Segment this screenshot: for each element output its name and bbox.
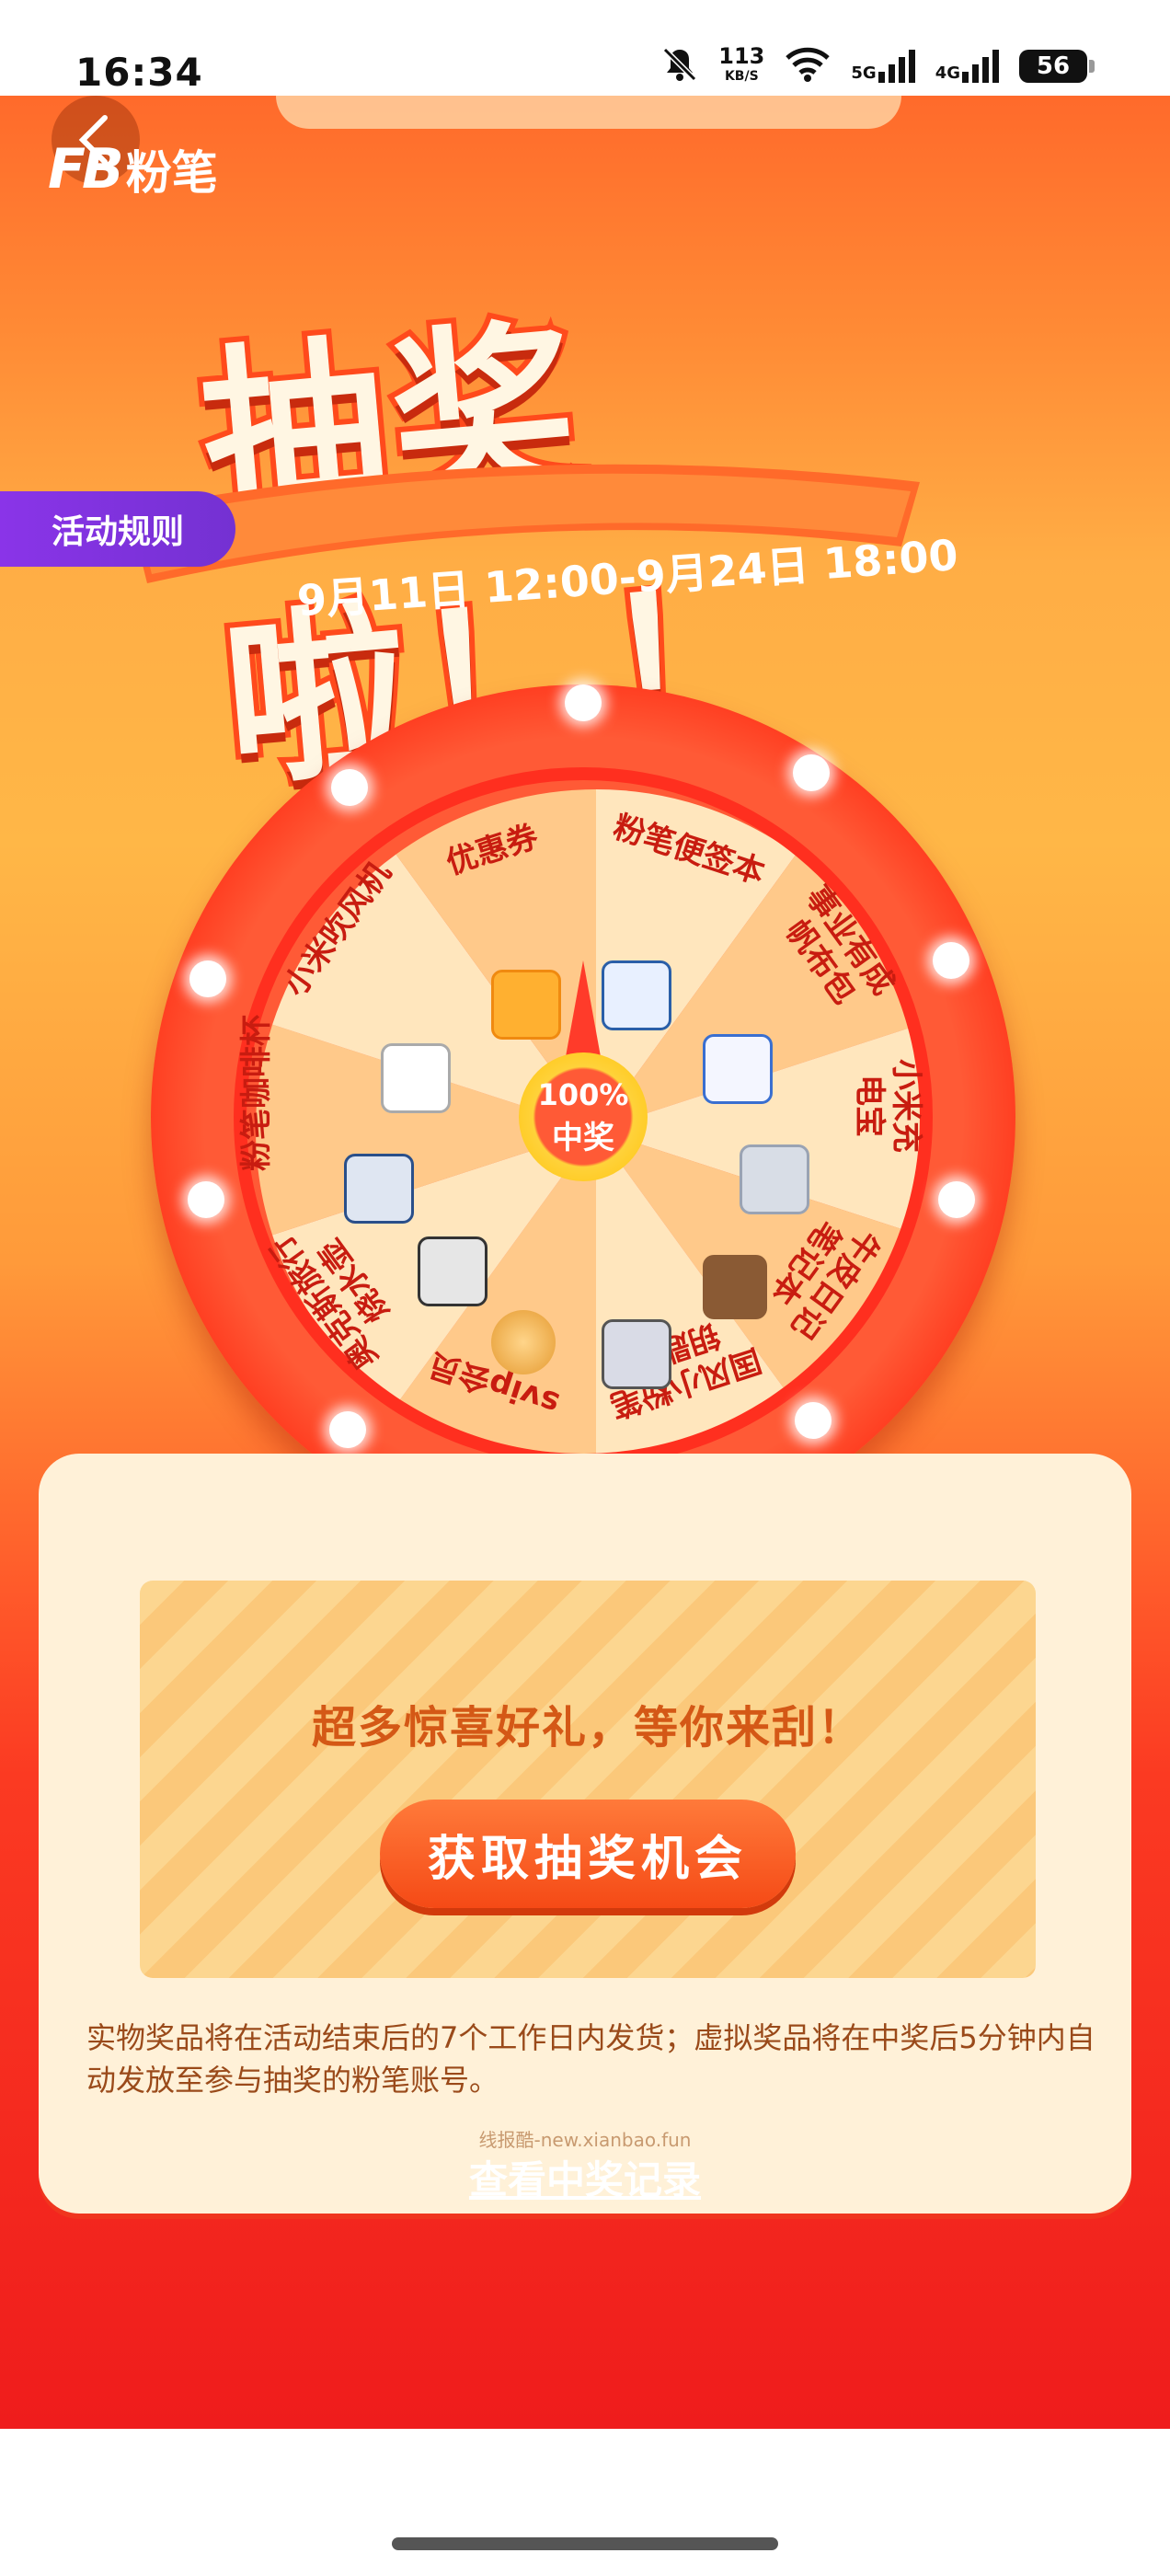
status-time: 16:34	[75, 50, 203, 95]
light-bulb	[938, 1181, 975, 1218]
hair-dryer-image-icon	[381, 1043, 451, 1113]
notebook-image-icon	[602, 960, 671, 1030]
hub-label: 中奖	[552, 1119, 614, 1156]
light-bulb	[331, 769, 368, 806]
light-bulb	[795, 1402, 832, 1439]
powerbank-image-icon	[740, 1144, 809, 1214]
scratch-area[interactable]: 超多惊喜好礼，等你来刮！ 获取抽奖机会	[140, 1581, 1036, 1978]
scratch-slogan: 超多惊喜好礼，等你来刮！	[311, 1702, 864, 1754]
signal-bars-icon	[878, 50, 915, 83]
scratch-card-panel: 超多惊喜好礼，等你来刮！ 获取抽奖机会 实物奖品将在活动结束后的7个工作日内发货…	[39, 1454, 1131, 2214]
light-bulb	[793, 754, 830, 791]
wifi-icon	[785, 47, 831, 86]
spin-hub[interactable]: 100% 中奖	[519, 1052, 648, 1181]
brand-logo: FB 粉笔	[48, 136, 218, 202]
keychain-image-icon	[602, 1319, 671, 1389]
light-bulb	[188, 1181, 224, 1218]
prize-wheel: 粉笔便签本 事业有成 帆布包 小米充 电宝 牛皮日记 笔记本 国风小粉笔 钥匙扣…	[151, 684, 1015, 1549]
signal-5g: 5G	[851, 50, 915, 83]
mute-bell-icon	[661, 46, 698, 86]
coupon-image-icon	[491, 970, 561, 1040]
battery-icon: 56	[1019, 50, 1095, 83]
signal-4g: 4G	[935, 50, 999, 83]
status-bar: 16:34 113 KB/S 5G 4G 56	[0, 0, 1170, 96]
canvas-bag-image-icon	[703, 1034, 773, 1104]
win-record-link[interactable]: 查看中奖记录	[39, 2149, 1131, 2205]
leather-notebook-image-icon	[703, 1255, 767, 1319]
signal-bars-icon	[962, 50, 999, 83]
wheel-pointer	[565, 960, 602, 1062]
prize-label-coffee-cup: 粉笔咖啡杯	[238, 1015, 275, 1171]
delivery-note: 实物奖品将在活动结束后的7个工作日内发货；虚拟奖品将在中奖后5分钟内自动发放至参…	[86, 2020, 1095, 2098]
coffee-cup-image-icon	[344, 1154, 414, 1224]
get-chance-button[interactable]: 获取抽奖机会	[380, 1800, 796, 1908]
hub-percent: 100%	[537, 1076, 629, 1112]
network-speed: 113 KB/S	[718, 43, 765, 84]
light-bulb	[329, 1411, 366, 1448]
logo-text: 粉笔	[125, 146, 218, 200]
light-bulb	[933, 942, 969, 979]
prize-label-powerbank: 小米充 电宝	[851, 1059, 924, 1153]
bottom-area	[0, 2429, 1170, 2576]
rules-button[interactable]: 活动规则	[0, 491, 235, 567]
kettle-image-icon	[418, 1236, 488, 1306]
watermark-text: 线报酷-new.xianbao.fun	[478, 2129, 692, 2151]
lottery-poster: FB 粉笔 抽奖啦！！ 9月11日 12:00-9月24日 18:00 活动规则…	[0, 96, 1170, 2429]
status-icons: 113 KB/S 5G 4G 56	[661, 43, 1095, 86]
light-bulb	[565, 684, 602, 721]
logo-mark: FB	[48, 137, 124, 201]
light-bulb	[189, 960, 226, 997]
top-decoration	[276, 96, 901, 129]
home-indicator[interactable]	[392, 2537, 778, 2550]
svip-coin-image-icon	[491, 1310, 556, 1374]
